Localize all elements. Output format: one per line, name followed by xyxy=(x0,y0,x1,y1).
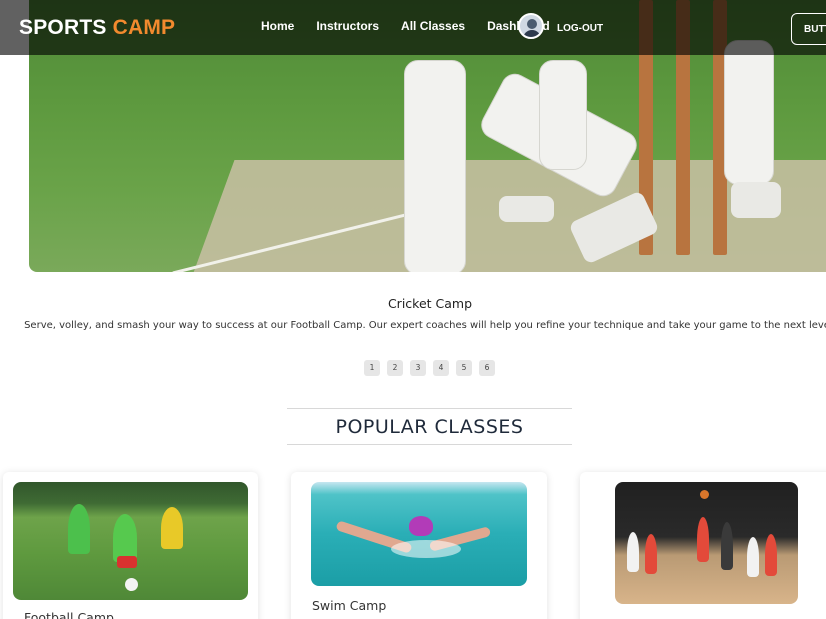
nav-instructors-link[interactable]: Instructors xyxy=(316,19,379,33)
player-figure xyxy=(747,537,759,577)
popular-classes-heading: POPULAR CLASSES xyxy=(335,416,524,438)
card-title: Swim Camp xyxy=(312,598,387,613)
carousel-caption-text: Serve, volley, and smash your way to suc… xyxy=(24,320,826,331)
player-figure xyxy=(697,517,709,562)
carousel-page-5[interactable]: 5 xyxy=(456,360,472,376)
brand-name-part1: SPORTS xyxy=(19,16,107,39)
brand-name-part2: CAMP xyxy=(112,16,176,39)
keeper-shoe xyxy=(499,196,554,222)
carousel-page-3[interactable]: 3 xyxy=(410,360,426,376)
basketball-camp-image xyxy=(615,482,798,604)
water-splash xyxy=(391,540,461,558)
player-figure xyxy=(161,507,183,549)
class-card-basketball[interactable] xyxy=(580,472,826,619)
card-title: Football Camp xyxy=(24,610,114,619)
swimmer-cap xyxy=(409,516,433,536)
class-card-football[interactable]: Football Camp xyxy=(3,472,258,619)
section-divider-bottom xyxy=(287,444,572,445)
carousel-page-2[interactable]: 2 xyxy=(387,360,403,376)
football-camp-image xyxy=(13,482,248,600)
player-figure xyxy=(721,522,733,570)
class-card-swim[interactable]: Swim Camp xyxy=(291,472,547,619)
carousel-page-6[interactable]: 6 xyxy=(479,360,495,376)
keeper-shoe xyxy=(731,182,781,218)
navbar: SPORTS CAMP Home Instructors All Classes… xyxy=(0,0,826,55)
player-figure xyxy=(68,504,90,554)
batsman-pad xyxy=(404,60,466,272)
football xyxy=(125,578,138,591)
keeper-pad xyxy=(724,40,774,185)
player-figure xyxy=(627,532,639,572)
player-figure xyxy=(645,534,657,574)
swim-camp-image xyxy=(311,482,527,586)
nav-button[interactable]: BUTTON xyxy=(791,13,826,45)
player-shorts xyxy=(117,556,137,568)
nav-home-link[interactable]: Home xyxy=(261,19,294,33)
avatar-body xyxy=(523,30,541,37)
logout-link[interactable]: LOG-OUT xyxy=(557,23,603,34)
carousel-page-4[interactable]: 4 xyxy=(433,360,449,376)
page: SPORTS CAMP Home Instructors All Classes… xyxy=(0,0,826,619)
carousel-caption-title: Cricket Camp xyxy=(387,296,473,311)
avatar-head xyxy=(527,19,537,29)
keeper-pad xyxy=(539,60,587,170)
basketball xyxy=(700,490,709,499)
player-figure xyxy=(765,534,777,576)
nav-all-classes-link[interactable]: All Classes xyxy=(401,19,465,33)
brand-logo[interactable]: SPORTS CAMP xyxy=(19,16,175,40)
user-avatar-icon[interactable] xyxy=(518,13,544,39)
carousel-page-1[interactable]: 1 xyxy=(364,360,380,376)
carousel-pagination: 1 2 3 4 5 6 xyxy=(364,360,495,376)
player-figure xyxy=(113,514,137,562)
section-divider-top xyxy=(287,408,572,409)
